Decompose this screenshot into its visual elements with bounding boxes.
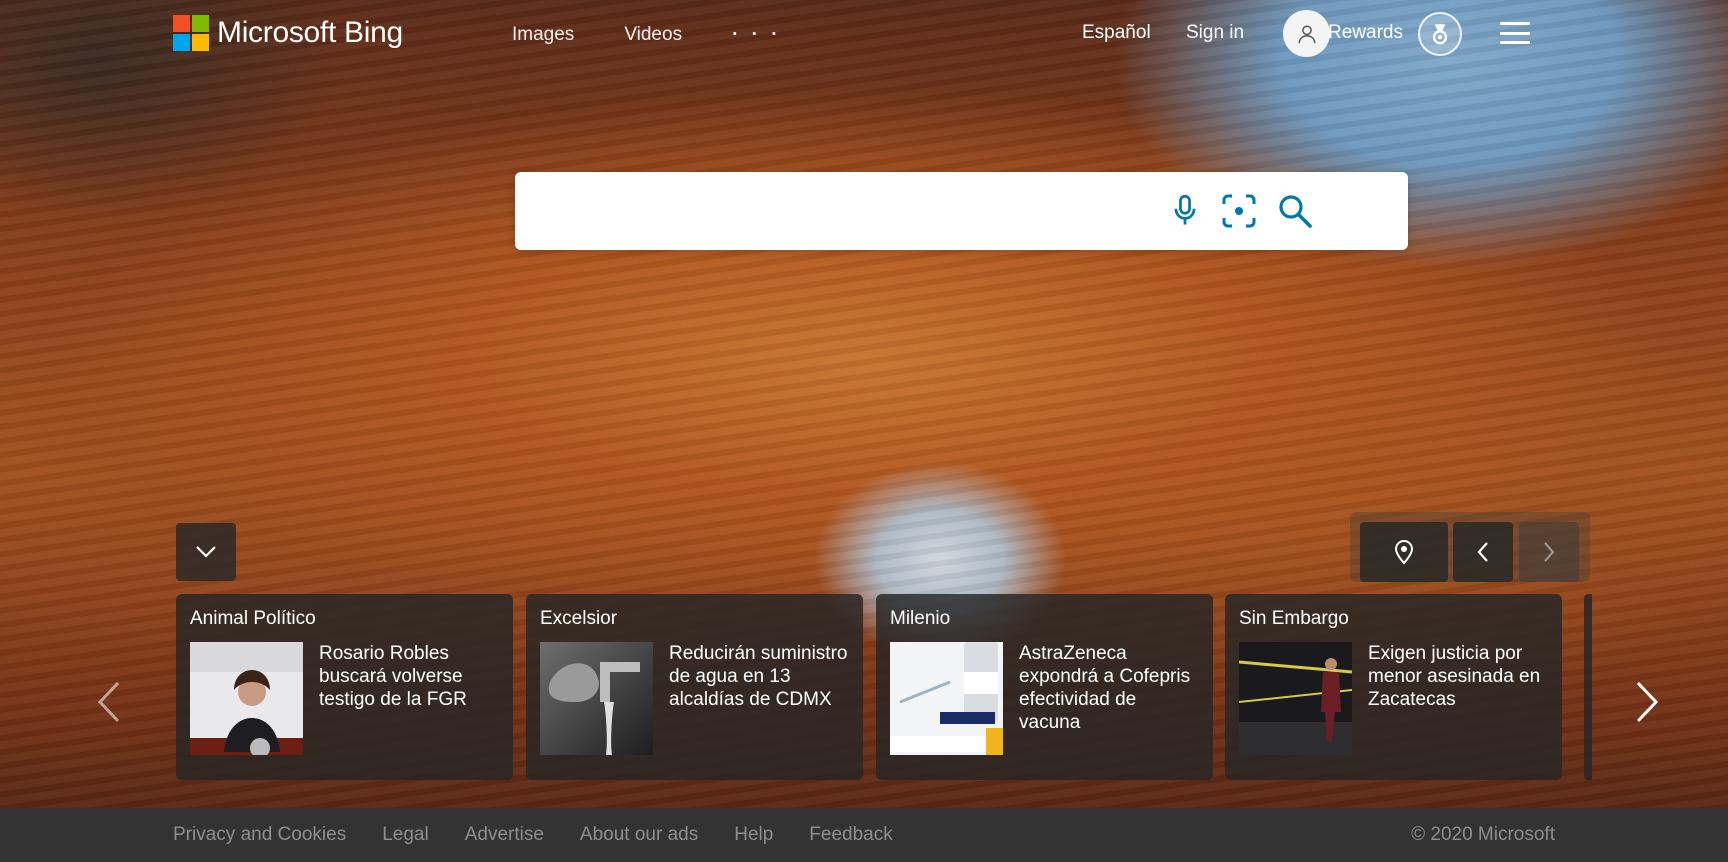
news-prev-arrow[interactable] xyxy=(94,678,124,726)
logo-text: Microsoft Bing xyxy=(217,16,403,49)
news-card[interactable]: Animal Político Rosario Robles buscará v… xyxy=(176,594,513,780)
news-thumbnail xyxy=(1239,642,1352,755)
microsoft-logo-icon xyxy=(173,15,209,51)
footer-links: Privacy and Cookies Legal Advertise Abou… xyxy=(173,824,893,846)
visual-search-icon[interactable] xyxy=(1220,192,1258,230)
footer-link-about-ads[interactable]: About our ads xyxy=(580,824,698,846)
microphone-icon[interactable] xyxy=(1166,192,1204,230)
user-icon xyxy=(1297,24,1316,43)
news-next-arrow[interactable] xyxy=(1632,678,1662,726)
news-thumbnail xyxy=(190,642,303,755)
news-title: Exigen justicia por menor asesinada en Z… xyxy=(1368,643,1541,710)
copyright: © 2020 Microsoft xyxy=(1411,824,1555,845)
rewards-medal-icon[interactable] xyxy=(1418,12,1462,56)
nav-videos[interactable]: Videos xyxy=(624,24,682,46)
search-box xyxy=(515,172,1408,250)
news-thumbnail xyxy=(890,642,1003,755)
footer: Privacy and Cookies Legal Advertise Abou… xyxy=(0,808,1728,862)
collapse-news-button[interactable] xyxy=(176,523,236,581)
avatar[interactable] xyxy=(1283,10,1330,57)
chevron-right-icon xyxy=(1636,681,1659,723)
search-icon[interactable] xyxy=(1276,192,1314,230)
news-card[interactable]: Sin Embargo Exigen justicia por menor as… xyxy=(1225,594,1562,780)
next-image-button[interactable] xyxy=(1519,522,1579,582)
footer-link-feedback[interactable]: Feedback xyxy=(809,824,892,846)
bing-logo[interactable]: Microsoft Bing xyxy=(173,15,403,51)
rewards-link[interactable]: Rewards xyxy=(1328,22,1403,44)
news-card[interactable]: Milenio AstraZeneca expondrá a Cofepris … xyxy=(876,594,1213,780)
header-right: Español Sign in Rewards xyxy=(1028,8,1728,58)
footer-link-advertise[interactable]: Advertise xyxy=(465,824,544,846)
previous-image-button[interactable] xyxy=(1453,522,1513,582)
news-thumbnail xyxy=(540,642,653,755)
news-card[interactable]: Excelsior Reducirán suministro de agua e… xyxy=(526,594,863,780)
top-nav: Images Videos · · · xyxy=(512,24,782,46)
menu-icon[interactable] xyxy=(1500,22,1530,44)
search-input[interactable] xyxy=(533,190,1213,232)
news-source: Animal Político xyxy=(190,608,316,629)
footer-link-help[interactable]: Help xyxy=(734,824,773,846)
chevron-down-icon xyxy=(196,546,216,558)
image-controls xyxy=(1350,512,1590,582)
footer-link-legal[interactable]: Legal xyxy=(382,824,429,846)
image-location-button[interactable] xyxy=(1360,522,1448,582)
header: Microsoft Bing Images Videos · · · Españ… xyxy=(0,0,1728,66)
language-link[interactable]: Español xyxy=(1082,22,1151,44)
news-title: Rosario Robles buscará volverse testigo … xyxy=(319,643,467,710)
news-source: Excelsior xyxy=(540,608,618,629)
chevron-left-icon xyxy=(1477,542,1488,562)
news-title: AstraZeneca expondrá a Cofepris efectivi… xyxy=(1019,643,1191,733)
news-source: Milenio xyxy=(890,608,951,629)
chevron-left-icon xyxy=(97,681,120,723)
nav-images[interactable]: Images xyxy=(512,24,574,46)
medal-icon xyxy=(1432,24,1448,45)
nav-more-button[interactable]: · · · xyxy=(732,24,782,46)
chevron-right-icon xyxy=(1544,542,1555,562)
news-carousel: Animal Político Rosario Robles buscará v… xyxy=(176,594,1592,780)
news-card-partial xyxy=(1584,594,1592,780)
footer-link-privacy[interactable]: Privacy and Cookies xyxy=(173,824,346,846)
location-pin-icon xyxy=(1394,540,1414,565)
sign-in-link[interactable]: Sign in xyxy=(1186,22,1244,44)
news-source: Sin Embargo xyxy=(1239,608,1349,629)
news-title: Reducirán suministro de agua en 13 alcal… xyxy=(669,643,848,710)
